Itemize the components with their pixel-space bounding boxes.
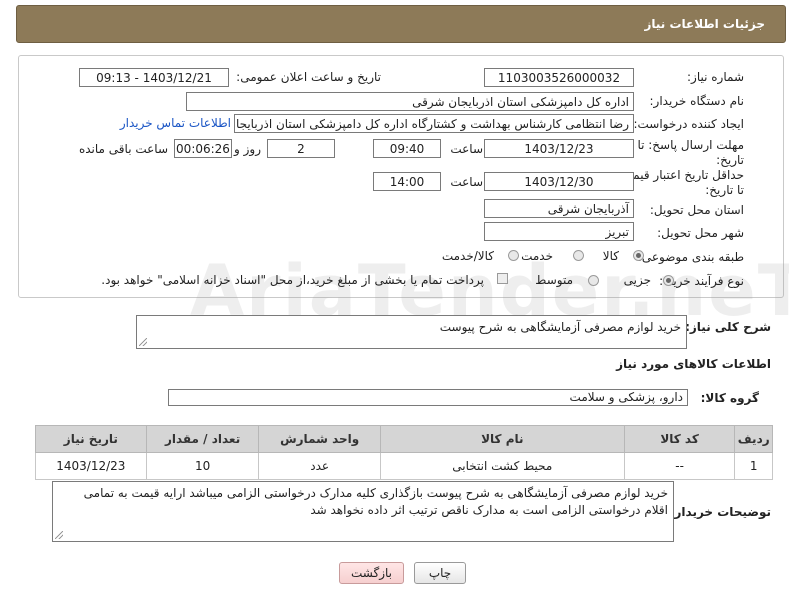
payment-note: پرداخت تمام یا بخشی از مبلغ خرید،از محل …	[101, 273, 484, 287]
announce-field: 1403/12/21 - 09:13	[79, 68, 229, 87]
treasury-payment-checkbox[interactable]	[497, 273, 508, 284]
col-unit: واحد شمارش	[258, 425, 381, 453]
cell-name: محیط کشت انتخابی	[379, 452, 625, 480]
col-name: نام کالا	[379, 425, 625, 453]
goods-group-field: دارو، پزشکی و سلامت	[168, 389, 688, 406]
category-label: طبقه بندی موضوعی:	[637, 250, 744, 264]
col-qty: تعداد / مقدار	[145, 425, 260, 453]
days-remaining-field: 2	[267, 139, 335, 158]
contact-buyer-link[interactable]: اطلاعات تماس خریدار	[120, 116, 231, 130]
price-time-label: ساعت	[450, 175, 483, 189]
reply-time-field: 09:40	[373, 139, 441, 158]
process-medium-label: متوسط	[535, 273, 573, 287]
category-service-radio[interactable]	[573, 250, 584, 261]
need-number-field: 1103003526000032	[484, 68, 634, 87]
price-time-field: 14:00	[373, 172, 441, 191]
process-minor-label: جزیی	[623, 273, 651, 287]
cell-code: --	[623, 452, 736, 480]
page-header: جزئیات اطلاعات نیاز	[16, 5, 786, 43]
buyer-notes-label: توضیحات خریدار:	[669, 505, 771, 519]
table-header-row: ردیف کد کالا نام کالا واحد شمارش تعداد /…	[35, 425, 773, 453]
reply-date-field: 1403/12/23	[484, 139, 634, 158]
table-row: 1 -- محیط کشت انتخابی عدد 10 1403/12/23	[35, 452, 773, 480]
price-date-field: 1403/12/30	[484, 172, 634, 191]
category-goods-service-label: کالا/خدمت	[441, 249, 494, 263]
category-goods-radio[interactable]	[633, 250, 644, 261]
cell-unit: عدد	[258, 452, 381, 480]
reply-deadline-label: مهلت ارسال پاسخ: تا تاریخ:	[637, 138, 744, 167]
col-date: تاریخ نیاز	[35, 425, 147, 453]
goods-section-title: اطلاعات کالاهای مورد نیاز	[616, 357, 771, 371]
process-minor-radio[interactable]	[663, 275, 674, 286]
summary-text: خرید لوازم مصرفی آزمایشگاهی به شرح پیوست	[439, 320, 681, 334]
cell-row: 1	[734, 452, 773, 480]
process-medium-radio[interactable]	[588, 275, 599, 286]
city-field: تبریز	[484, 222, 634, 241]
summary-textarea: خرید لوازم مصرفی آزمایشگاهی به شرح پیوست	[136, 315, 687, 349]
remaining-label: ساعت باقی مانده	[78, 142, 168, 156]
buyer-notes-text: خرید لوازم مصرفی آزمایشگاهی به شرح پیوست…	[83, 486, 668, 517]
buyer-org-label: نام دستگاه خریدار:	[649, 94, 745, 108]
province-label: استان محل تحویل:	[649, 203, 744, 217]
page-title: جزئیات اطلاعات نیاز	[644, 17, 765, 31]
goods-group-label: گروه کالا:	[700, 391, 759, 405]
resize-grip-icon[interactable]	[139, 338, 147, 346]
creator-label: ایجاد کننده درخواست:	[633, 117, 744, 131]
back-button[interactable]: بازگشت	[339, 562, 404, 584]
col-row: ردیف	[734, 425, 773, 453]
buyer-org-field: اداره کل دامپزشکی استان اذربایجان شرقی	[186, 92, 634, 111]
category-goods-label: کالا	[602, 249, 619, 263]
buyer-notes-textarea: خرید لوازم مصرفی آزمایشگاهی به شرح پیوست…	[52, 481, 674, 542]
creator-field: رضا انتظامی کارشناس بهداشت و کشتارگاه اد…	[234, 114, 634, 133]
announce-label: تاریخ و ساعت اعلان عمومی:	[236, 70, 381, 84]
summary-label: شرح کلی نیاز:	[685, 320, 771, 334]
category-goods-service-radio[interactable]	[508, 250, 519, 261]
cell-qty: 10	[145, 452, 260, 480]
goods-table: ردیف کد کالا نام کالا واحد شمارش تعداد /…	[35, 425, 773, 480]
category-service-label: خدمت	[521, 249, 553, 263]
print-button[interactable]: چاپ	[414, 562, 466, 584]
days-label: روز و	[234, 142, 261, 156]
province-field: آذربایجان شرقی	[484, 199, 634, 218]
city-label: شهر محل تحویل:	[657, 226, 744, 240]
col-code: کد کالا	[623, 425, 736, 453]
need-number-label: شماره نیاز:	[687, 70, 744, 84]
remaining-time-field: 00:06:26	[174, 139, 232, 158]
cell-date: 1403/12/23	[35, 452, 147, 480]
resize-grip-icon[interactable]	[55, 531, 63, 539]
reply-time-label: ساعت	[450, 142, 483, 156]
